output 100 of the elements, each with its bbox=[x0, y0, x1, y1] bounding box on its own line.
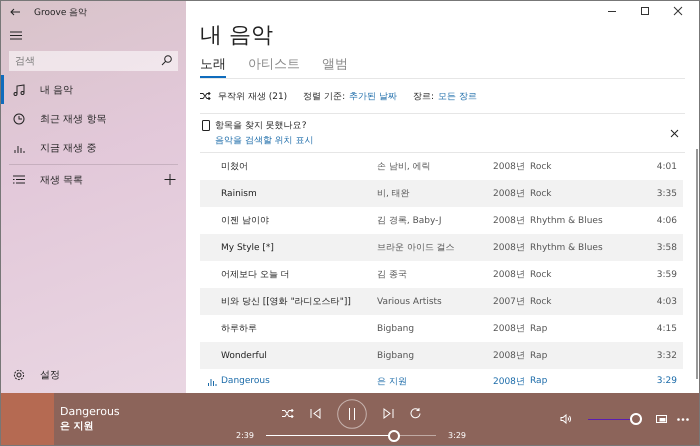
song-year: 2008년 bbox=[493, 376, 526, 388]
song-artist: 은 지원 bbox=[377, 376, 408, 388]
now-playing-artist: 은 지원 bbox=[60, 420, 94, 433]
song-row[interactable]: 이젠 남이야 김 경록, Baby-J 2008년 Rhythm & Blues 4:06 bbox=[200, 207, 683, 234]
nav-item[interactable]: 지금 재생 중 bbox=[1, 133, 186, 162]
song-year: 2007년 bbox=[493, 296, 526, 308]
song-artist: 김 경록, Baby-J bbox=[377, 215, 443, 227]
menu-icon[interactable] bbox=[10, 31, 22, 40]
back-arrow-icon[interactable] bbox=[10, 8, 20, 16]
song-title: Wonderful bbox=[221, 350, 267, 360]
song-title: My Style [*] bbox=[221, 242, 274, 252]
song-row[interactable]: 하루하루 Bigbang 2008년 Rap 4:15 bbox=[200, 315, 683, 342]
song-genre: Rock bbox=[530, 162, 553, 172]
equalizer-icon bbox=[207, 376, 217, 386]
scrollbar[interactable] bbox=[696, 149, 698, 379]
tab[interactable]: 아티스트 bbox=[248, 55, 300, 78]
song-title: 비와 당신 [[영화 "라디오스타"]] bbox=[221, 296, 351, 308]
shuffle-icon bbox=[200, 92, 211, 100]
close-icon[interactable] bbox=[670, 128, 679, 138]
list-icon bbox=[13, 175, 25, 184]
song-row[interactable]: 미쳤어 손 남비, 에릭 2008년 Rock 4:01 bbox=[200, 153, 683, 180]
search-icon[interactable] bbox=[161, 55, 172, 66]
tab[interactable]: 앨범 bbox=[322, 55, 348, 78]
shuffle-button[interactable]: 무작위 재생 (21) bbox=[200, 90, 288, 103]
song-duration: 4:15 bbox=[656, 324, 678, 334]
song-title: 미쳤어 bbox=[221, 161, 248, 173]
song-duration: 3:59 bbox=[656, 270, 678, 280]
pause-button-icon[interactable] bbox=[336, 398, 366, 428]
song-row[interactable]: Dangerous 은 지원 2008년 Rap 3:29 bbox=[200, 369, 683, 393]
song-genre: Rap bbox=[530, 376, 548, 386]
settings-icon bbox=[13, 368, 25, 380]
search-field[interactable]: 검색 bbox=[9, 51, 178, 71]
song-duration: 3:29 bbox=[656, 376, 678, 386]
music-note-icon bbox=[13, 84, 25, 96]
song-artist: 브라운 아이드 걸스 bbox=[377, 242, 456, 254]
settings-item[interactable]: 설정 bbox=[1, 360, 186, 389]
nav-item[interactable]: 최근 재생 항목 bbox=[1, 104, 186, 133]
now-playing-title: Dangerous bbox=[60, 405, 121, 418]
volume-icon[interactable] bbox=[560, 414, 572, 424]
window-title: Groove 음악 bbox=[34, 6, 88, 18]
song-year: 2008년 bbox=[493, 161, 526, 173]
song-row[interactable]: Rainism 비, 태완 2008년 Rock 3:35 bbox=[200, 180, 683, 207]
song-genre: Rock bbox=[530, 188, 553, 198]
shuffle-icon[interactable] bbox=[282, 409, 294, 418]
song-row[interactable]: My Style [*] 브라운 아이드 걸스 2008년 Rhythm & Blues 3:58 bbox=[200, 234, 683, 261]
song-duration: 4:01 bbox=[656, 162, 678, 172]
progress-thumb[interactable] bbox=[388, 430, 400, 442]
repeat-icon[interactable] bbox=[410, 408, 420, 419]
song-genre: Rhythm & Blues bbox=[530, 216, 604, 226]
tablet-icon bbox=[202, 120, 210, 131]
close-icon[interactable] bbox=[673, 6, 683, 16]
next-icon[interactable] bbox=[382, 408, 394, 419]
total-time: 3:29 bbox=[448, 431, 466, 440]
mini-player-icon[interactable] bbox=[656, 415, 667, 423]
song-title: Dangerous bbox=[221, 376, 270, 386]
song-artist: 김 종국 bbox=[377, 269, 408, 281]
sort-label: 정렬 기준: bbox=[303, 90, 346, 103]
page-title: 내 음악 bbox=[200, 22, 274, 50]
song-genre: Rap bbox=[530, 350, 548, 360]
more-icon[interactable] bbox=[677, 418, 689, 420]
genre-dropdown[interactable]: 모든 장르 bbox=[438, 90, 477, 103]
add-icon[interactable] bbox=[164, 174, 176, 185]
song-duration: 3:32 bbox=[656, 350, 678, 360]
song-year: 2008년 bbox=[493, 350, 526, 362]
song-genre: Rap bbox=[530, 324, 548, 334]
song-row[interactable]: Wonderful Bigbang 2008년 Rap 3:32 bbox=[200, 342, 683, 369]
volume-thumb[interactable] bbox=[630, 413, 642, 425]
song-row[interactable]: 어제보다 오늘 더 김 종국 2008년 Rock 3:59 bbox=[200, 261, 683, 288]
song-year: 2008년 bbox=[493, 269, 526, 281]
song-artist: 손 남비, 에릭 bbox=[377, 161, 432, 173]
tab[interactable]: 노래 bbox=[200, 55, 226, 78]
song-artist: 비, 태완 bbox=[377, 188, 411, 200]
sort-dropdown[interactable]: 추가된 날짜 bbox=[349, 90, 397, 103]
song-title: 어제보다 오늘 더 bbox=[221, 269, 290, 281]
elapsed-time: 2:39 bbox=[236, 431, 254, 440]
song-artist: Various Artists bbox=[377, 296, 443, 306]
song-duration: 3:58 bbox=[656, 242, 678, 252]
song-year: 2008년 bbox=[493, 323, 526, 335]
song-row[interactable]: 비와 당신 [[영화 "라디오스타"]] Various Artists 2007년 Rock 4:03 bbox=[200, 288, 683, 315]
song-title: Rainism bbox=[221, 188, 257, 198]
song-genre: Rock bbox=[530, 296, 553, 306]
song-duration: 4:03 bbox=[656, 296, 678, 306]
song-year: 2008년 bbox=[493, 215, 526, 227]
song-title: 이젠 남이야 bbox=[221, 215, 269, 227]
song-genre: Rhythm & Blues bbox=[530, 242, 604, 252]
previous-icon[interactable] bbox=[310, 408, 320, 419]
song-year: 2008년 bbox=[493, 188, 526, 200]
song-title: 하루하루 bbox=[221, 323, 257, 335]
song-year: 2008년 bbox=[493, 242, 526, 254]
album-art-placeholder bbox=[1, 393, 54, 445]
song-duration: 3:35 bbox=[656, 188, 678, 198]
song-artist: Bigbang bbox=[377, 350, 416, 360]
find-music-link[interactable]: 음악을 검색할 위치 표시 bbox=[202, 134, 314, 147]
maximize-icon[interactable] bbox=[640, 6, 650, 16]
notice-text: 항목을 찾지 못했나요? bbox=[215, 120, 306, 132]
song-artist: Bigbang bbox=[377, 324, 416, 334]
clock-icon bbox=[13, 112, 25, 124]
song-duration: 4:06 bbox=[656, 216, 678, 226]
playlists-item[interactable]: 재생 목록 bbox=[13, 172, 84, 186]
genre-label: 장르: bbox=[412, 90, 434, 103]
